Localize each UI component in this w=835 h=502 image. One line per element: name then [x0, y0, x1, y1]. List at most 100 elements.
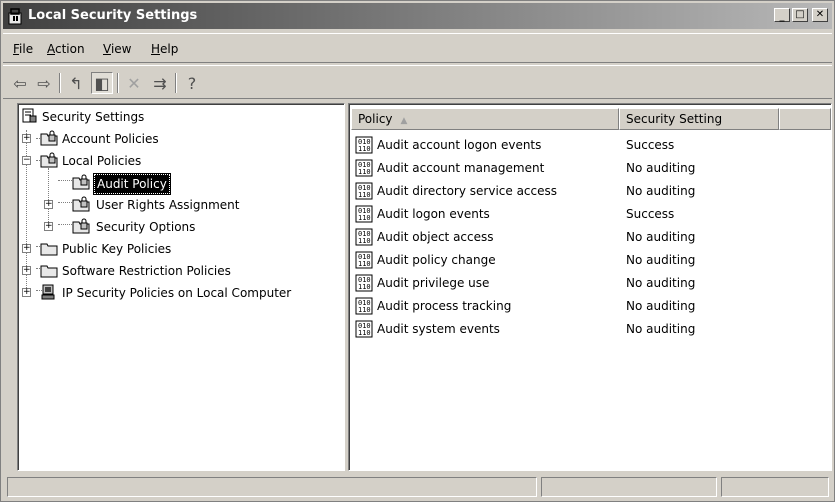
tree-item-software-restriction-policies[interactable]: + Software Restriction Policies: [20, 261, 320, 281]
svg-text:110: 110: [358, 214, 371, 222]
list-item[interactable]: 010 110 Audit logon events Success: [355, 203, 825, 225]
show-hide-tree-button[interactable]: ◧: [91, 72, 113, 94]
expand-icon[interactable]: +: [22, 266, 31, 275]
policy-name: Audit object access: [377, 230, 494, 244]
delete-icon: ✕: [127, 73, 141, 93]
policy-icon: 010110: [355, 251, 373, 269]
policy-setting: No auditing: [626, 299, 696, 313]
policy-name: Audit privilege use: [377, 276, 490, 290]
folder-lock-icon: [40, 152, 58, 168]
folder-lock-icon: [72, 174, 90, 190]
expand-icon[interactable]: +: [22, 288, 31, 297]
policy-setting: No auditing: [626, 161, 696, 175]
folder-icon: [40, 243, 58, 256]
collapse-icon[interactable]: −: [22, 156, 31, 165]
help-button[interactable]: ?: [181, 72, 203, 94]
back-button[interactable]: ⇦: [9, 72, 31, 94]
column-header-label: Policy: [358, 112, 393, 126]
console-tree[interactable]: Security Settings + Account Policies − L…: [17, 103, 345, 471]
list-item[interactable]: 010 110 Audit directory service access No…: [355, 180, 825, 202]
list-item[interactable]: 010 110 Audit account logon events Succes…: [355, 134, 825, 156]
toolbar-separator: [175, 73, 177, 93]
back-icon: ⇦: [13, 73, 27, 93]
list-item[interactable]: 010 110 Audit account management No audit…: [355, 157, 825, 179]
column-header-security-setting[interactable]: Security Setting: [619, 108, 779, 130]
minimize-button[interactable]: _: [774, 8, 790, 22]
menu-help[interactable]: Help: [151, 42, 178, 56]
tree-item-ip-security-policies[interactable]: + IP Security Policies on Local Computer: [20, 283, 340, 303]
status-panel-main: [7, 477, 537, 497]
help-icon: ?: [187, 73, 197, 93]
tree-item-label: User Rights Assignment: [96, 198, 240, 212]
security-settings-app-icon: [8, 8, 22, 25]
list-item[interactable]: 010 110 Audit process tracking No auditin…: [355, 295, 825, 317]
policy-name: Audit policy change: [377, 253, 496, 267]
expand-icon[interactable]: +: [22, 244, 31, 253]
svg-text:110: 110: [358, 283, 371, 291]
tree-item-local-policies[interactable]: − Local Policies: [20, 151, 320, 171]
close-button[interactable]: ✕: [812, 8, 828, 22]
tree-item-label: IP Security Policies on Local Computer: [62, 286, 292, 300]
policy-name: Audit logon events: [377, 207, 490, 221]
menu-file[interactable]: File: [13, 42, 33, 56]
folder-lock-icon: [72, 196, 90, 212]
menu-help-mnemonic: H: [151, 42, 161, 56]
svg-text:110: 110: [358, 260, 371, 268]
title-bar[interactable]: Local Security Settings _ □ ✕: [3, 3, 832, 29]
menu-action[interactable]: Action: [47, 42, 85, 56]
export-list-button[interactable]: ⇉: [149, 72, 171, 94]
tree-item-label: Security Options: [96, 220, 196, 234]
minimize-icon: _: [779, 11, 785, 22]
forward-icon: ⇨: [37, 73, 51, 93]
svg-text:110: 110: [358, 329, 371, 337]
tree-item-label: Account Policies: [62, 132, 159, 146]
list-item[interactable]: 010 110 Audit privilege use No auditing: [355, 272, 825, 294]
tree-item-label: Audit Policy: [93, 173, 171, 195]
status-panel-tertiary: [721, 477, 829, 497]
menu-view[interactable]: View: [103, 42, 131, 56]
forward-button[interactable]: ⇨: [33, 72, 55, 94]
window-title: Local Security Settings: [28, 8, 198, 23]
list-item[interactable]: 010 110 Audit system events No auditing: [355, 318, 825, 340]
toolbar: ⇦ ⇨ ↰ ◧ ✕ ⇉ ?: [3, 65, 832, 99]
tree-item-label: Local Policies: [62, 154, 142, 168]
policy-name: Audit process tracking: [377, 299, 512, 313]
up-one-level-button[interactable]: ↰: [65, 72, 87, 94]
tree-item-label: Security Settings: [42, 110, 145, 124]
list-item[interactable]: 010 110 Audit policy change No auditing: [355, 249, 825, 271]
toolbar-separator: [117, 73, 119, 93]
policy-setting: No auditing: [626, 322, 696, 336]
security-settings-icon: [22, 108, 37, 123]
svg-text:110: 110: [358, 145, 371, 153]
delete-button[interactable]: ✕: [123, 72, 145, 94]
policy-setting: No auditing: [626, 184, 696, 198]
policy-icon: 010110: [355, 136, 373, 154]
expand-icon[interactable]: +: [44, 200, 53, 209]
tree-item-audit-policy[interactable]: Audit Policy: [20, 173, 320, 195]
policy-list[interactable]: Policy ▲ Security Setting 010 110 Audit ac…: [348, 103, 832, 471]
folder-lock-icon: [40, 130, 58, 146]
policy-icon: 010110: [355, 274, 373, 292]
menu-bar: File Action View Help: [3, 33, 832, 63]
tree-item-user-rights-assignment[interactable]: + User Rights Assignment: [20, 195, 320, 215]
expand-icon[interactable]: +: [44, 222, 53, 231]
folder-lock-icon: [72, 218, 90, 234]
column-header-empty[interactable]: [779, 108, 831, 130]
svg-text:110: 110: [358, 306, 371, 314]
policy-setting: Success: [626, 207, 675, 221]
export-list-icon: ⇉: [153, 73, 167, 93]
list-item[interactable]: 010 110 Audit object access No auditing: [355, 226, 825, 248]
main-window: Local Security Settings _ □ ✕ File Actio…: [0, 0, 835, 502]
expand-icon[interactable]: +: [22, 134, 31, 143]
tree-item-security-settings[interactable]: Security Settings: [20, 107, 320, 127]
column-header-policy[interactable]: Policy ▲: [351, 108, 619, 130]
tree-item-label: Software Restriction Policies: [62, 264, 231, 278]
tree-item-security-options[interactable]: + Security Options: [20, 217, 320, 237]
maximize-button[interactable]: □: [792, 8, 808, 22]
show-hide-tree-icon: ◧: [94, 73, 110, 93]
policy-setting: No auditing: [626, 253, 696, 267]
policy-icon: 010110: [355, 205, 373, 223]
policy-setting: No auditing: [626, 276, 696, 290]
tree-item-account-policies[interactable]: + Account Policies: [20, 129, 320, 149]
tree-item-public-key-policies[interactable]: + Public Key Policies: [20, 239, 320, 259]
